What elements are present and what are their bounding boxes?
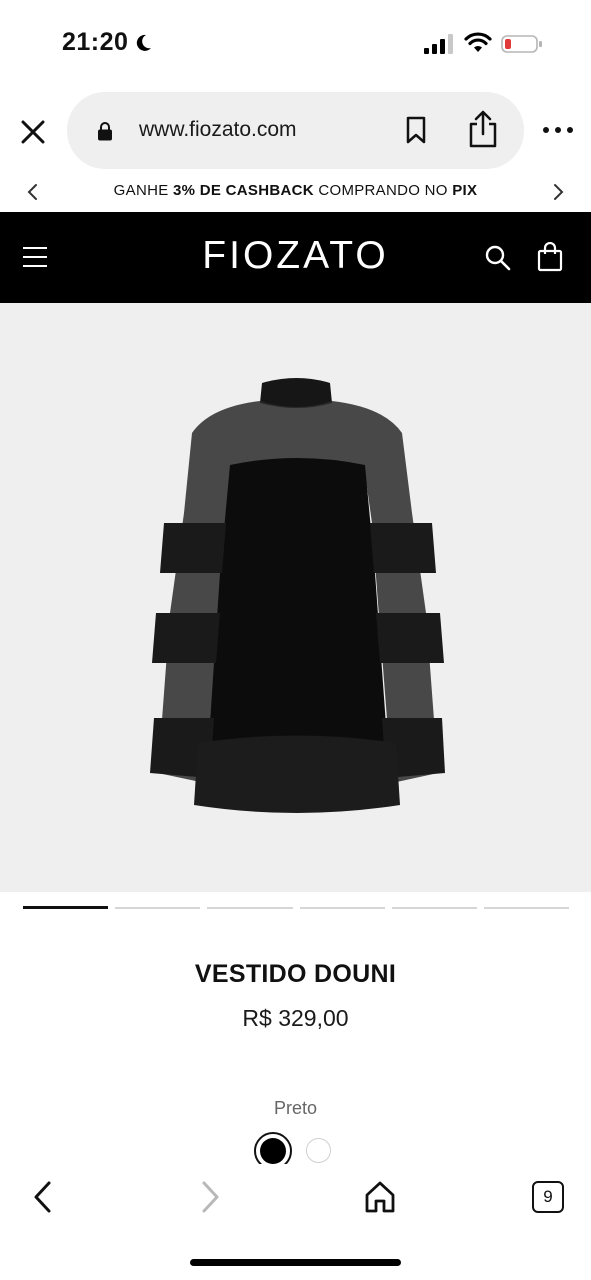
tabs-button[interactable]: 9 bbox=[532, 1181, 564, 1213]
battery-low-icon bbox=[501, 35, 542, 53]
color-swatches bbox=[0, 1128, 591, 1164]
browser-toolbar: 9 bbox=[0, 1164, 591, 1280]
url-text[interactable]: www.fiozato.com bbox=[139, 118, 297, 142]
image-carousel-indicators bbox=[23, 906, 570, 910]
lock-icon bbox=[98, 122, 112, 141]
signal-icon bbox=[424, 34, 453, 54]
product-name: VESTIDO DOUNI bbox=[194, 960, 397, 988]
close-icon[interactable] bbox=[18, 117, 48, 147]
carousel-indicator[interactable] bbox=[23, 906, 109, 909]
color-label: Preto bbox=[273, 1098, 318, 1118]
moon-icon bbox=[136, 34, 151, 51]
product-price: R$ 329,00 bbox=[242, 1005, 349, 1031]
color-swatch-black[interactable] bbox=[254, 1132, 292, 1164]
promo-banner: GANHE 3% DE CASHBACK COMPRANDO NO PIX bbox=[0, 172, 591, 212]
promo-text: GANHE 3% DE CASHBACK COMPRANDO NO PIX bbox=[113, 182, 478, 199]
carousel-indicator[interactable] bbox=[391, 907, 477, 909]
home-icon[interactable] bbox=[364, 1180, 396, 1214]
carousel-indicator[interactable] bbox=[299, 907, 385, 909]
shopping-bag-icon[interactable] bbox=[537, 242, 563, 272]
lace-dress-image bbox=[150, 378, 445, 813]
home-indicator bbox=[190, 1259, 401, 1266]
carousel-indicator[interactable] bbox=[207, 907, 293, 909]
product-image[interactable] bbox=[0, 303, 591, 892]
forward-icon[interactable] bbox=[197, 1180, 223, 1214]
back-icon[interactable] bbox=[30, 1180, 56, 1214]
more-icon[interactable] bbox=[542, 122, 574, 138]
search-icon[interactable] bbox=[484, 244, 512, 272]
chevron-right-icon[interactable] bbox=[549, 182, 567, 202]
site-header: FIOZATO bbox=[0, 212, 591, 303]
bookmark-icon[interactable] bbox=[405, 116, 427, 144]
carousel-indicator[interactable] bbox=[115, 907, 201, 909]
color-swatch-white[interactable] bbox=[306, 1138, 331, 1163]
carousel-indicator[interactable] bbox=[483, 907, 570, 909]
share-icon[interactable] bbox=[467, 110, 499, 148]
address-bar[interactable]: www.fiozato.com bbox=[67, 92, 524, 169]
status-time: 21:20 bbox=[62, 28, 129, 56]
status-bar: 21:20 bbox=[0, 0, 591, 90]
wifi-icon bbox=[464, 32, 492, 52]
